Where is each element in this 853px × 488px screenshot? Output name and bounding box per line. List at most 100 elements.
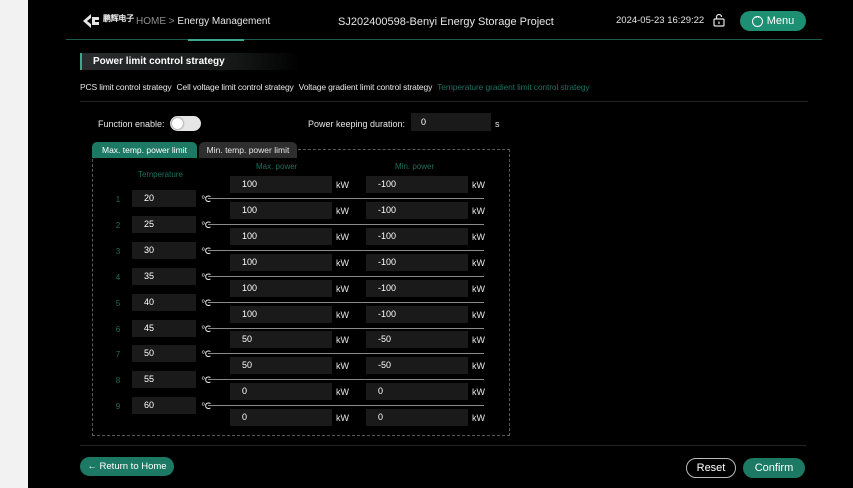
min-power-unit: kW <box>472 413 485 424</box>
max-power-input[interactable]: 50 <box>230 331 332 349</box>
max-power-unit: kW <box>336 231 349 242</box>
row-divider <box>208 275 484 277</box>
confirm-button[interactable]: Confirm <box>743 458 805 478</box>
temperature-header: Temperature <box>138 170 183 179</box>
app-window: 鹏辉电子 HOME > Energy Management SJ20240059… <box>28 0 853 488</box>
breadcrumb: HOME > Energy Management <box>136 16 270 27</box>
menu-button[interactable]: Menu <box>740 11 806 31</box>
max-power-input[interactable]: 0 <box>230 383 332 401</box>
max-power-unit: kW <box>336 180 349 190</box>
return-home-label: Return to Home <box>99 461 167 472</box>
menu-label: Menu <box>766 15 795 27</box>
breadcrumb-separator: > <box>168 16 175 27</box>
max-power-input[interactable]: 100 <box>230 176 332 193</box>
min-power-unit: kW <box>472 283 485 294</box>
max-power-unit: kW <box>336 335 349 346</box>
function-enable-toggle[interactable] <box>170 116 201 131</box>
max-power-unit: kW <box>336 205 349 216</box>
temperature-input[interactable]: 60 <box>132 397 196 415</box>
row-index: 3 <box>115 246 121 256</box>
row-divider <box>208 379 484 381</box>
logo: 鹏辉电子 <box>82 13 134 29</box>
max-power-input[interactable]: 100 <box>230 305 332 323</box>
temperature-input[interactable]: 25 <box>132 215 196 233</box>
row-divider <box>208 198 484 199</box>
min-power-input[interactable]: -100 <box>366 201 468 219</box>
max-power-input[interactable]: 100 <box>230 201 332 219</box>
reset-button[interactable]: Reset <box>686 458 736 478</box>
temperature-input[interactable]: 35 <box>132 267 196 285</box>
temperature-unit: ℃ <box>201 219 212 230</box>
logo-text: 鹏辉电子 <box>103 14 134 23</box>
return-home-button[interactable]: ← Return to Home <box>80 457 174 476</box>
max-power-unit: kW <box>336 309 349 320</box>
row-divider <box>208 249 484 251</box>
header-divider <box>66 39 822 40</box>
max-power-input[interactable]: 100 <box>230 227 332 245</box>
max-power-unit: kW <box>336 361 349 372</box>
min-power-unit: kW <box>472 205 485 216</box>
header: 鹏辉电子 HOME > Energy Management SJ20240059… <box>28 0 853 42</box>
min-power-input[interactable]: -50 <box>366 357 468 375</box>
max-power-input[interactable]: 100 <box>230 253 332 271</box>
strategy-tab[interactable]: PCS limit control strategy <box>80 82 172 92</box>
breadcrumb-current: Energy Management <box>177 16 271 27</box>
row-index: 8 <box>115 376 121 386</box>
project-title: SJ202400598-Benyi Energy Storage Project <box>338 16 554 28</box>
row-index: 2 <box>115 220 121 230</box>
row-divider <box>208 405 484 407</box>
max-power-input[interactable]: 50 <box>230 357 332 375</box>
logo-icon <box>83 14 99 28</box>
temperature-unit: ℃ <box>201 194 212 204</box>
duration-label: Power keeping duration: <box>308 119 406 129</box>
temperature-unit: ℃ <box>201 297 212 308</box>
strategy-tab[interactable]: Voltage gradient limit control strategy <box>299 82 433 92</box>
max-power-input[interactable]: 100 <box>230 279 332 297</box>
min-power-unit: kW <box>472 335 485 346</box>
temperature-unit: ℃ <box>201 375 212 386</box>
temperature-input[interactable]: 40 <box>132 293 196 311</box>
min-power-input[interactable]: 0 <box>366 383 468 401</box>
temperature-input[interactable]: 50 <box>132 345 196 363</box>
temperature-input[interactable]: 55 <box>132 371 196 389</box>
min-power-input[interactable]: -100 <box>366 279 468 297</box>
unlock-icon[interactable] <box>713 13 725 27</box>
tab-max-temp-power-limit[interactable]: Max. temp. power limit <box>92 142 197 158</box>
temperature-unit: ℃ <box>201 349 212 360</box>
row-index: 6 <box>115 324 121 334</box>
function-enable-label: Function enable: <box>98 119 165 129</box>
more-icon <box>751 13 763 27</box>
min-power-input[interactable]: -100 <box>366 176 468 193</box>
max-power-unit: kW <box>336 257 349 268</box>
strategy-tabs: PCS limit control strategy Cell voltage l… <box>80 82 590 92</box>
min-power-input[interactable]: -100 <box>366 227 468 245</box>
temperature-unit: ℃ <box>201 271 212 282</box>
min-power-unit: kW <box>472 257 485 268</box>
tab-min-temp-power-limit[interactable]: Min. temp. power limit <box>199 142 297 158</box>
min-power-input[interactable]: -100 <box>366 253 468 271</box>
row-divider <box>208 353 484 355</box>
min-power-input[interactable]: -100 <box>366 305 468 323</box>
temperature-unit: ℃ <box>201 323 212 334</box>
temperature-unit: ℃ <box>201 245 212 256</box>
max-power-unit: kW <box>336 413 349 424</box>
duration-unit: s <box>495 119 500 129</box>
max-power-unit: kW <box>336 387 349 398</box>
min-power-input[interactable]: 0 <box>366 409 468 427</box>
header-accent <box>188 39 244 41</box>
strategy-tab[interactable]: Temperature gradient limit control strat… <box>437 82 589 92</box>
logo-subtext <box>103 23 134 27</box>
min-power-input[interactable]: -50 <box>366 331 468 349</box>
row-index: 5 <box>115 298 121 308</box>
temperature-input[interactable]: 20 <box>132 190 196 207</box>
breadcrumb-home[interactable]: HOME <box>136 16 166 27</box>
row-index: 4 <box>115 272 121 282</box>
temperature-input[interactable]: 30 <box>132 241 196 259</box>
row-index: 7 <box>115 350 121 360</box>
duration-input[interactable]: 0 <box>411 113 491 131</box>
temperature-input[interactable]: 45 <box>132 319 196 337</box>
max-power-header: Max. power <box>256 162 298 171</box>
strategy-tab[interactable]: Cell voltage limit control strategy <box>177 82 294 92</box>
temperature-unit: ℃ <box>201 401 212 412</box>
max-power-input[interactable]: 0 <box>230 409 332 427</box>
